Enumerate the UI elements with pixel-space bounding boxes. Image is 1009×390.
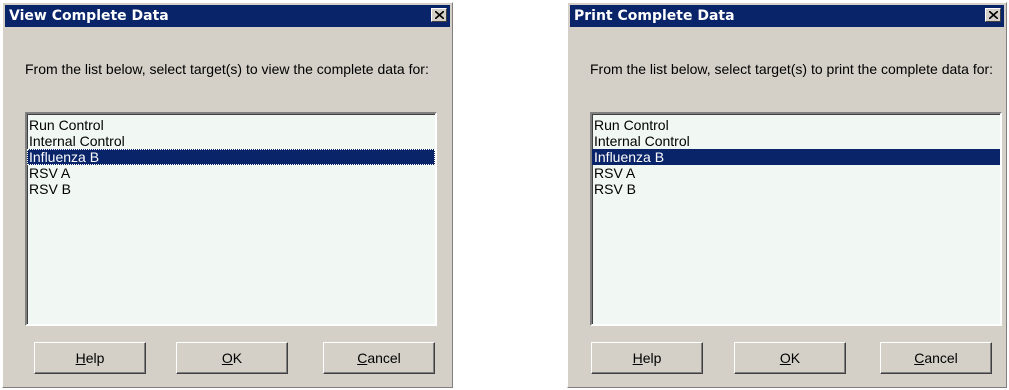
ok-button[interactable]: OK [176,342,288,374]
list-item[interactable]: RSV B [592,181,1000,197]
print-dialog-close-button[interactable] [985,8,1001,22]
list-item[interactable]: RSV A [27,165,435,181]
view-complete-data-dialog: View Complete Data From the list below, … [2,2,453,388]
list-item[interactable]: RSV A [592,165,1000,181]
ok-button-label: K [232,350,243,366]
list-item-selected[interactable]: Influenza B [592,149,1000,165]
help-button-mnemonic: H [75,350,86,366]
print-complete-data-dialog: Print Complete Data From the list below,… [567,2,1007,388]
list-item[interactable]: RSV B [27,181,435,197]
help-button-mnemonic: H [632,350,643,366]
list-item[interactable]: Run Control [592,117,1000,133]
close-icon [989,11,998,19]
ok-button-mnemonic: O [779,350,791,366]
cancel-button-label: ancel [367,350,401,366]
help-button-label: elp [85,350,105,366]
print-dialog-title: Print Complete Data [574,8,735,24]
ok-button-label: K [790,350,801,366]
view-dialog-titlebar[interactable]: View Complete Data [5,5,450,27]
list-item-selected[interactable]: Influenza B [27,149,435,165]
cancel-button[interactable]: Cancel [323,342,435,374]
list-item[interactable]: Internal Control [592,133,1000,149]
help-button[interactable]: Help [34,342,146,374]
view-dialog-close-button[interactable] [431,8,447,22]
close-icon [435,11,444,19]
help-button-label: elp [642,350,662,366]
view-target-listbox[interactable]: Run Control Internal Control Influenza B… [25,112,437,326]
view-dialog-instructions: From the list below, select target(s) to… [25,61,429,77]
print-dialog-instructions: From the list below, select target(s) to… [590,61,994,77]
list-item[interactable]: Run Control [27,117,435,133]
help-button[interactable]: Help [591,342,703,374]
cancel-button-mnemonic: C [914,350,925,366]
print-target-listbox[interactable]: Run Control Internal Control Influenza B… [590,112,1002,326]
print-dialog-titlebar[interactable]: Print Complete Data [570,5,1004,27]
ok-button[interactable]: OK [734,342,846,374]
list-item[interactable]: Internal Control [27,133,435,149]
cancel-button[interactable]: Cancel [880,342,992,374]
ok-button-mnemonic: O [221,350,233,366]
cancel-button-label: ancel [924,350,958,366]
cancel-button-mnemonic: C [357,350,368,366]
view-dialog-title: View Complete Data [9,8,169,24]
